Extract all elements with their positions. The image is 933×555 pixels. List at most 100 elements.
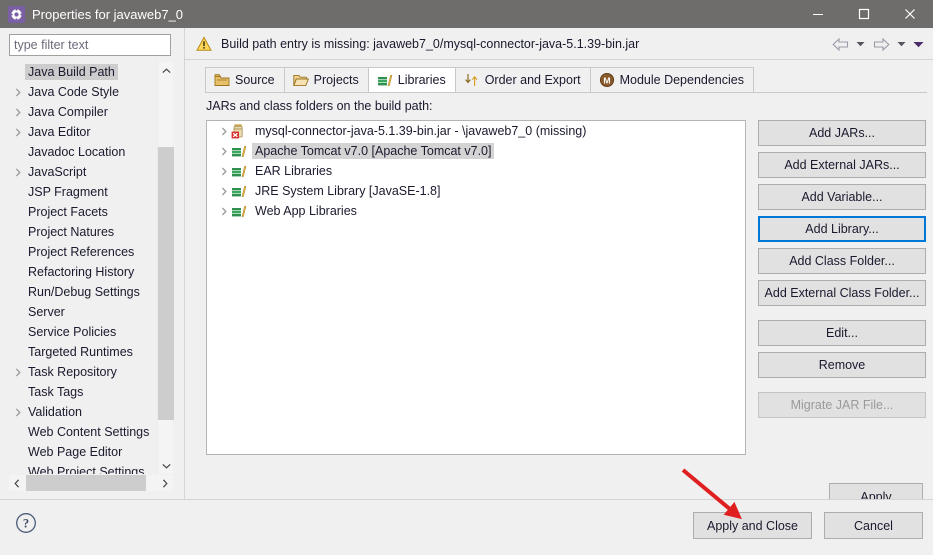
expand-chevron-icon[interactable]	[11, 402, 25, 422]
close-button[interactable]	[887, 0, 933, 28]
library-books-icon	[377, 72, 393, 88]
tab-source[interactable]: Source	[205, 67, 285, 92]
sidebar-item-java-editor[interactable]: Java Editor	[9, 122, 156, 142]
sidebar-horizontal-scrollbar[interactable]	[9, 475, 173, 491]
remove-button[interactable]: Remove	[758, 352, 926, 378]
tab-projects[interactable]: Projects	[283, 67, 369, 92]
sidebar-item-label: Project References	[28, 245, 135, 259]
filter-input[interactable]	[9, 34, 171, 56]
jar-list-item-label: Web App Libraries	[255, 204, 357, 218]
hscroll-thumb[interactable]	[26, 475, 146, 491]
add-variable-button[interactable]: Add Variable...	[758, 184, 926, 210]
sidebar-item-task-repository[interactable]: Task Repository	[9, 362, 156, 382]
scroll-up-icon[interactable]	[158, 62, 174, 79]
expand-chevron-icon[interactable]	[217, 201, 231, 221]
expand-chevron-icon[interactable]	[217, 141, 231, 161]
sidebar-item-label: Java Editor	[28, 125, 91, 139]
settings-sidebar: Java Build Path Java Code Style Java Compi…	[0, 28, 184, 499]
sidebar-item-label: Validation	[28, 405, 82, 419]
expand-chevron-icon[interactable]	[11, 82, 25, 102]
jar-list-item[interactable]: Web App Libraries	[207, 201, 745, 221]
sidebar-item-label: Web Content Settings	[28, 425, 150, 439]
expand-chevron-icon[interactable]	[11, 162, 25, 182]
back-dropdown-caret-icon[interactable]	[854, 34, 867, 54]
title-bar: Properties for javaweb7_0	[0, 0, 933, 28]
add-jars-button[interactable]: Add JARs...	[758, 120, 926, 146]
add-class-folder-button[interactable]: Add Class Folder...	[758, 248, 926, 274]
forward-dropdown-caret-icon[interactable]	[895, 34, 908, 54]
sidebar-item-project-facets[interactable]: Project Facets	[9, 202, 156, 222]
expand-chevron-icon[interactable]	[11, 362, 25, 382]
scroll-right-icon[interactable]	[157, 475, 173, 491]
sidebar-item-server[interactable]: Server	[9, 302, 156, 322]
jar-list-item[interactable]: mysql-connector-java-5.1.39-bin.jar - \j…	[207, 121, 745, 141]
warning-icon	[196, 35, 212, 52]
sidebar-item-project-natures[interactable]: Project Natures	[9, 222, 156, 242]
expand-chevron-icon[interactable]	[217, 181, 231, 201]
library-action-buttons: Add JARs... Add External JARs... Add Varia…	[758, 120, 926, 418]
sidebar-item-web-page-editor[interactable]: Web Page Editor	[9, 442, 156, 462]
sidebar-item-web-content-settings[interactable]: Web Content Settings	[9, 422, 156, 442]
sidebar-item-java-build-path[interactable]: Java Build Path	[9, 62, 156, 82]
sidebar-item-label: Run/Debug Settings	[28, 285, 140, 299]
jar-list-item[interactable]: JRE System Library [JavaSE-1.8]	[207, 181, 745, 201]
svg-text:?: ?	[23, 516, 29, 530]
library-books-icon	[231, 143, 247, 159]
expand-chevron-icon[interactable]	[11, 122, 25, 142]
tab-module-dependencies[interactable]: M Module Dependencies	[589, 67, 754, 92]
jar-list[interactable]: mysql-connector-java-5.1.39-bin.jar - \j…	[206, 120, 746, 455]
expand-chevron-icon[interactable]	[217, 121, 231, 141]
sidebar-vertical-scrollbar[interactable]	[157, 62, 174, 474]
sidebar-item-label: Web Project Settings	[28, 465, 145, 474]
sidebar-item-javascript[interactable]: JavaScript	[9, 162, 156, 182]
add-external-jars-button[interactable]: Add External JARs...	[758, 152, 926, 178]
sidebar-item-validation[interactable]: Validation	[9, 402, 156, 422]
add-external-class-folder-button[interactable]: Add External Class Folder...	[758, 280, 926, 306]
jar-list-item-label: mysql-connector-java-5.1.39-bin.jar - \j…	[255, 124, 587, 138]
jar-list-item[interactable]: Apache Tomcat v7.0 [Apache Tomcat v7.0]	[207, 141, 745, 161]
sidebar-item-label: Targeted Runtimes	[28, 345, 133, 359]
scroll-left-icon[interactable]	[9, 475, 25, 491]
add-library-button[interactable]: Add Library...	[758, 216, 926, 242]
view-menu-caret-icon[interactable]	[912, 34, 925, 54]
tab-order-and-export[interactable]: Order and Export	[454, 67, 591, 92]
sidebar-item-label: Project Natures	[28, 225, 115, 239]
message-text: Build path entry is missing: javaweb7_0/…	[221, 36, 640, 51]
settings-tree[interactable]: Java Build Path Java Code Style Java Compi…	[9, 62, 156, 474]
sidebar-item-task-tags[interactable]: Task Tags	[9, 382, 156, 402]
tab-label: Module Dependencies	[619, 73, 744, 87]
apply-and-close-button[interactable]: Apply and Close	[693, 512, 812, 539]
sidebar-item-java-compiler[interactable]: Java Compiler	[9, 102, 156, 122]
jar-list-item[interactable]: EAR Libraries	[207, 161, 745, 181]
sidebar-item-javadoc-location[interactable]: Javadoc Location	[9, 142, 156, 162]
sidebar-item-jsp-fragment[interactable]: JSP Fragment	[9, 182, 156, 202]
expand-chevron-icon[interactable]	[11, 102, 25, 122]
forward-arrow-icon[interactable]	[871, 34, 891, 54]
libraries-tab-panel: JARs and class folders on the build path…	[205, 93, 927, 481]
scroll-thumb[interactable]	[158, 147, 174, 420]
tab-libraries[interactable]: Libraries	[367, 67, 456, 92]
library-books-icon	[231, 163, 247, 179]
sidebar-item-run-debug-settings[interactable]: Run/Debug Settings	[9, 282, 156, 302]
sidebar-item-label: Refactoring History	[28, 265, 135, 279]
sidebar-item-refactoring-history[interactable]: Refactoring History	[9, 262, 156, 282]
scroll-down-icon[interactable]	[158, 457, 174, 474]
sidebar-item-label: JSP Fragment	[28, 185, 108, 199]
minimize-button[interactable]	[795, 0, 841, 28]
sidebar-item-targeted-runtimes[interactable]: Targeted Runtimes	[9, 342, 156, 362]
sidebar-item-service-policies[interactable]: Service Policies	[9, 322, 156, 342]
back-arrow-icon[interactable]	[830, 34, 850, 54]
sidebar-item-project-references[interactable]: Project References	[9, 242, 156, 262]
cancel-button[interactable]: Cancel	[824, 512, 923, 539]
sidebar-item-java-code-style[interactable]: Java Code Style	[9, 82, 156, 102]
maximize-button[interactable]	[841, 0, 887, 28]
sidebar-item-web-project-settings[interactable]: Web Project Settings	[9, 462, 156, 474]
content-panel: Build path entry is missing: javaweb7_0/…	[184, 28, 933, 510]
expand-chevron-icon[interactable]	[217, 161, 231, 181]
sidebar-item-label: Service Policies	[28, 325, 117, 339]
jar-list-item-label: Apache Tomcat v7.0 [Apache Tomcat v7.0]	[252, 143, 495, 159]
edit-button[interactable]: Edit...	[758, 320, 926, 346]
open-folder-icon	[292, 72, 309, 88]
help-icon[interactable]: ?	[15, 512, 37, 534]
library-books-icon	[231, 183, 247, 199]
